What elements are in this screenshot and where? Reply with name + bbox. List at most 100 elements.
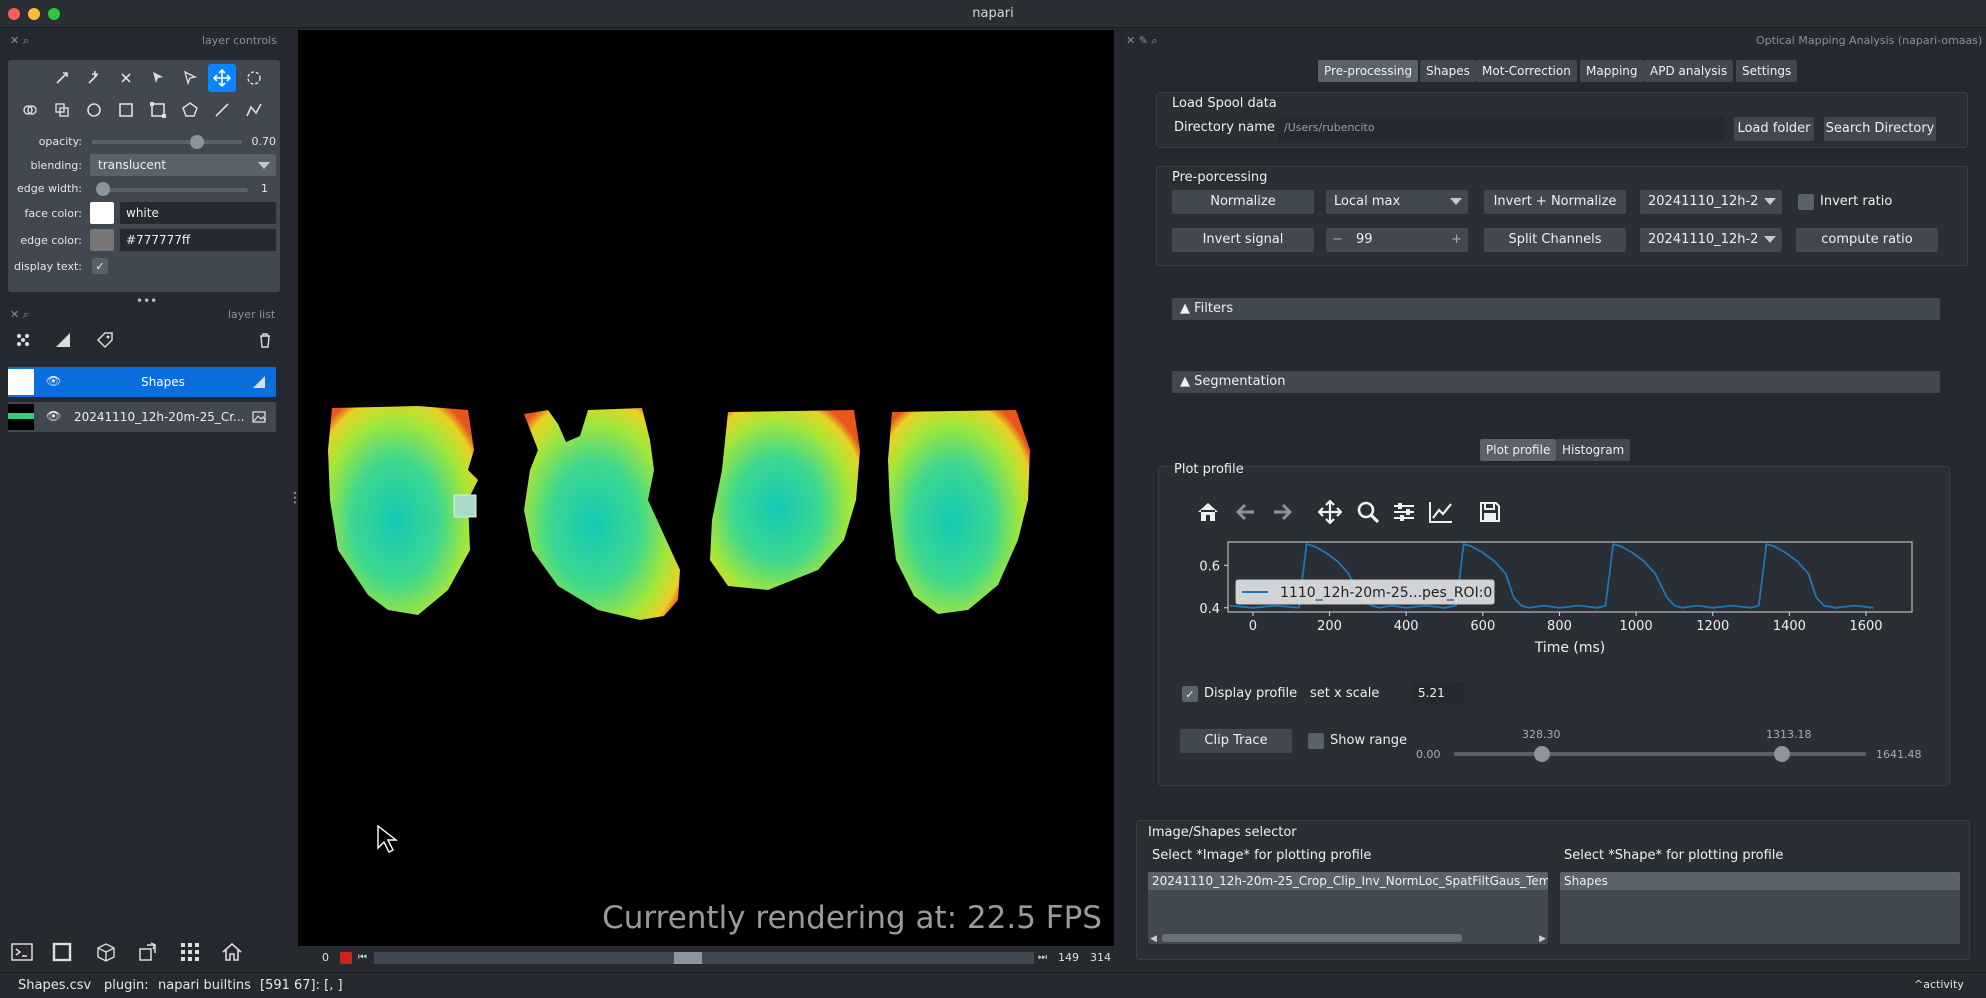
- edge-width-slider[interactable]: [98, 188, 248, 192]
- blending-dropdown[interactable]: translucent: [90, 154, 276, 176]
- step-forward-icon[interactable]: ⏭: [1038, 952, 1047, 963]
- activity-button[interactable]: ^activity: [1914, 978, 1964, 991]
- split-channels-button[interactable]: Split Channels: [1484, 228, 1626, 252]
- path-icon[interactable]: [240, 96, 268, 124]
- transpose-dims-button[interactable]: [132, 936, 164, 968]
- step-back-icon[interactable]: ⏮: [358, 952, 367, 963]
- face-color-swatch[interactable]: [90, 202, 114, 224]
- new-shapes-layer-button[interactable]: [48, 326, 78, 354]
- add-vertex-icon[interactable]: [80, 64, 108, 92]
- edge-color-input[interactable]: #777777ff: [120, 229, 276, 251]
- list-item[interactable]: 20241110_12h-20m-25_Crop_Clip_Inv_NormLo…: [1148, 872, 1548, 890]
- tab-pre-processing[interactable]: Pre-processing: [1318, 60, 1419, 82]
- edge-width-slider-handle[interactable]: [96, 182, 110, 196]
- home-icon[interactable]: [1196, 500, 1220, 528]
- transform-icon[interactable]: [240, 64, 268, 92]
- home-icon[interactable]: [216, 936, 248, 968]
- segmentation-section-header[interactable]: ▲ Segmentation: [1172, 371, 1940, 393]
- tab-mapping[interactable]: Mapping: [1580, 60, 1644, 82]
- clip-trace-button[interactable]: Clip Trace: [1180, 729, 1292, 753]
- layer-row-image[interactable]: 👁 20241110_12h-20m-25_Cr...: [8, 402, 276, 432]
- frame-slider-track[interactable]: [374, 952, 1034, 964]
- profile-plot[interactable]: 0 200 400 600 800 1000 1200 1400 1600 0.4 0.6 111…: [1176, 534, 1932, 658]
- range-slider-low-handle[interactable]: [1534, 746, 1550, 762]
- tab-plot-profile[interactable]: Plot profile: [1480, 439, 1557, 461]
- insert-vertex-icon[interactable]: [48, 64, 76, 92]
- forward-arrow-icon[interactable]: [1270, 500, 1294, 528]
- move-front-icon[interactable]: [16, 96, 44, 124]
- layer-row-shapes[interactable]: 👁 Shapes: [8, 367, 276, 397]
- opacity-slider[interactable]: [92, 140, 242, 144]
- plugin-dock-icons[interactable]: ✕ ✎ ⌕: [1126, 34, 1158, 48]
- search-directory-button[interactable]: Search Directory: [1824, 117, 1936, 141]
- new-points-layer-button[interactable]: [8, 326, 38, 354]
- console-button[interactable]: [6, 936, 38, 968]
- new-labels-layer-button[interactable]: [90, 326, 120, 354]
- tab-shapes[interactable]: Shapes: [1420, 60, 1476, 82]
- spin-plus-button[interactable]: +: [1451, 232, 1462, 247]
- invert-signal-button[interactable]: Invert signal: [1172, 228, 1314, 252]
- file-select-dropdown-1[interactable]: 20241110_12h-2: [1640, 190, 1782, 214]
- direct-select-icon[interactable]: [176, 64, 204, 92]
- roll-dims-button[interactable]: [90, 936, 122, 968]
- visibility-eye-icon[interactable]: 👁: [46, 409, 61, 423]
- scroll-left-icon[interactable]: ◀: [1150, 934, 1157, 944]
- tab-histogram[interactable]: Histogram: [1556, 439, 1631, 461]
- rectangle-icon[interactable]: [112, 96, 140, 124]
- shape-select-list[interactable]: Shapes: [1560, 872, 1960, 944]
- show-range-checkbox[interactable]: [1308, 733, 1324, 749]
- save-icon[interactable]: [1478, 500, 1502, 528]
- subplot-config-icon[interactable]: [1392, 500, 1416, 528]
- edge-color-swatch[interactable]: [90, 229, 114, 251]
- display-profile-checkbox[interactable]: ✓: [1182, 686, 1198, 702]
- compute-ratio-button[interactable]: compute ratio: [1796, 228, 1938, 252]
- stop-animation-button[interactable]: [340, 952, 352, 964]
- tab-apd-analysis[interactable]: APD analysis: [1644, 60, 1734, 82]
- layer-name[interactable]: Shapes: [68, 375, 258, 389]
- zoom-icon[interactable]: [1356, 500, 1380, 528]
- range-slider-high-handle[interactable]: [1774, 746, 1790, 762]
- polygon-icon[interactable]: [176, 96, 204, 124]
- face-color-input[interactable]: white: [120, 202, 276, 224]
- filters-section-header[interactable]: ▲ Filters: [1172, 298, 1940, 320]
- horizontal-scrollbar[interactable]: [1162, 934, 1462, 942]
- select-arrow-icon[interactable]: [144, 64, 172, 92]
- normalize-mode-dropdown[interactable]: Local max: [1326, 190, 1468, 214]
- frame-slider-handle[interactable]: [674, 952, 702, 964]
- splitter-handle[interactable]: •••: [136, 294, 157, 308]
- scroll-right-icon[interactable]: ▶: [1539, 934, 1546, 944]
- normalize-button[interactable]: Normalize: [1172, 190, 1314, 214]
- pan-icon[interactable]: [1317, 499, 1343, 528]
- invert-normalize-button[interactable]: Invert + Normalize: [1484, 190, 1626, 214]
- grid-view-button[interactable]: [174, 936, 206, 968]
- directory-input[interactable]: /Users/rubencito: [1278, 117, 1724, 141]
- pan-zoom-icon[interactable]: [208, 64, 236, 92]
- delete-layer-button[interactable]: [250, 326, 280, 354]
- file-select-dropdown-2[interactable]: 20241110_12h-2: [1640, 228, 1782, 252]
- opacity-slider-handle[interactable]: [190, 135, 204, 149]
- layer-name[interactable]: 20241110_12h-20m-25_Cr...: [74, 410, 245, 424]
- ellipse-icon[interactable]: [80, 96, 108, 124]
- delete-vertex-icon[interactable]: [112, 64, 140, 92]
- back-arrow-icon[interactable]: [1234, 500, 1258, 528]
- line-icon[interactable]: [208, 96, 236, 124]
- invert-ratio-checkbox[interactable]: [1798, 194, 1814, 210]
- edit-axes-icon[interactable]: [1428, 500, 1454, 528]
- iterations-spinbox[interactable]: − 99 +: [1326, 228, 1468, 252]
- x-scale-input[interactable]: 5.21: [1412, 682, 1464, 704]
- image-select-list[interactable]: 20241110_12h-20m-25_Crop_Clip_Inv_NormLo…: [1148, 872, 1548, 944]
- display-text-checkbox[interactable]: ✓: [92, 258, 108, 274]
- visibility-eye-icon[interactable]: 👁: [46, 374, 61, 388]
- rectangle-vertex-icon[interactable]: [144, 96, 172, 124]
- roi-square-shape[interactable]: [453, 494, 477, 518]
- layer-controls-dock-icons[interactable]: ✕ ⌕: [10, 34, 29, 48]
- toggle-ndisplay-button[interactable]: [46, 936, 78, 968]
- move-back-icon[interactable]: [48, 96, 76, 124]
- tab-settings[interactable]: Settings: [1736, 60, 1798, 82]
- range-slider-track[interactable]: [1454, 752, 1866, 756]
- spin-minus-button[interactable]: −: [1332, 232, 1343, 247]
- load-folder-button[interactable]: Load folder: [1734, 117, 1814, 141]
- list-item[interactable]: Shapes: [1560, 872, 1960, 890]
- layer-list-dock-icons[interactable]: ✕ ⌕: [10, 308, 29, 322]
- tab-mot-correction[interactable]: Mot-Correction: [1476, 60, 1577, 82]
